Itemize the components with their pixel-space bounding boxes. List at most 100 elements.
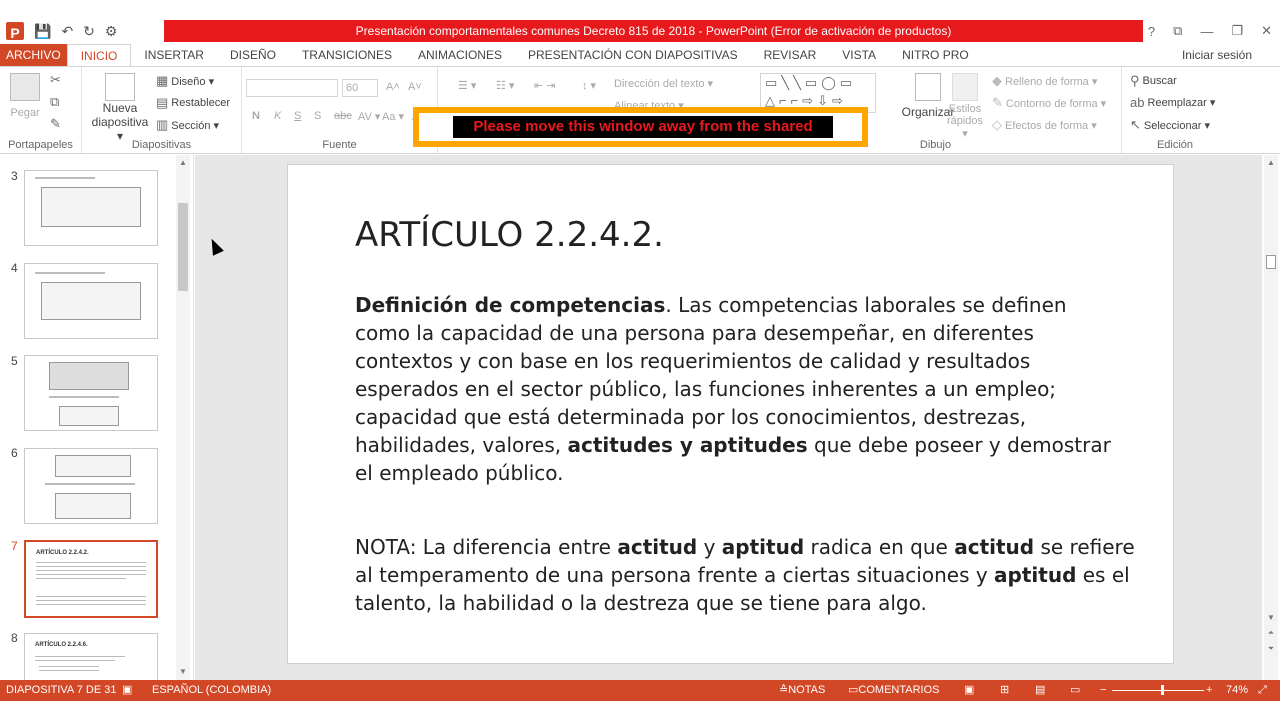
font-name-box[interactable] (246, 79, 338, 97)
slide-canvas[interactable]: ARTÍCULO 2.2.4.2. Definición de competen… (287, 164, 1174, 664)
tab-inicio[interactable]: INICIO (66, 43, 132, 67)
powerpoint-logo-icon: P (6, 22, 24, 41)
quick-styles-label-2: rápidos ▾ (946, 115, 984, 140)
thumb-scroll-down-icon[interactable]: ▼ (176, 666, 190, 678)
paste-button[interactable]: Pegar (8, 73, 42, 119)
tab-revisar[interactable]: REVISAR (751, 44, 830, 66)
cut-icon[interactable]: ✂ (50, 72, 61, 88)
strikethrough-button[interactable]: abc (334, 110, 352, 122)
slideshow-icon[interactable]: ▭ (1070, 680, 1080, 701)
minimize-button[interactable]: — (1200, 24, 1213, 39)
numbering-icon[interactable]: ☷ ▾ (496, 79, 514, 92)
slide-thumbnail-7-selected[interactable]: ARTÍCULO 2.2.4.2. (24, 540, 158, 618)
section-label: Sección ▾ (171, 119, 220, 132)
change-case-button[interactable]: Aa ▾ (382, 110, 404, 123)
slide-thumbnail-4[interactable] (24, 263, 158, 339)
font-size-box[interactable]: 60 (342, 79, 378, 97)
ribbon-tabs: ARCHIVO INICIO INSERTAR DISEÑO TRANSICIO… (0, 43, 1280, 67)
comments-button[interactable]: ▭ COMENTARIOS (848, 680, 939, 701)
editor-scrollbar[interactable]: ▲ ▼ ⏶ ⏷ (1264, 155, 1278, 680)
title-bar: P 💾 ↶ ↻ ⚙ Presentación comportamentales … (0, 20, 1280, 44)
bullets-icon[interactable]: ☰ ▾ (458, 79, 476, 92)
grow-font-icon[interactable]: A˄ (386, 81, 400, 93)
tab-diseno[interactable]: DISEÑO (217, 44, 289, 66)
sign-in-link[interactable]: Iniciar sesión (1182, 44, 1252, 66)
editor-scroll-down-icon[interactable]: ▼ (1264, 612, 1278, 624)
spellcheck-icon[interactable]: ▣ (122, 680, 132, 701)
bold-button[interactable]: N (252, 110, 260, 122)
thumbnail-scrollbar[interactable]: ▲ ▼ (176, 155, 190, 680)
zoom-out-icon[interactable]: − (1100, 680, 1106, 701)
tab-vista[interactable]: VISTA (829, 44, 889, 66)
group-diapositivas: Nueva diapositiva ▾ ▦ Diseño ▾ ▤ Restablec… (82, 67, 242, 153)
line-spacing-icon[interactable]: ↕ ▾ (582, 79, 596, 92)
close-button[interactable]: ✕ (1261, 23, 1272, 39)
restore-button[interactable]: ❐ (1231, 23, 1243, 39)
shape-outline-button[interactable]: ✎ Contorno de forma ▾ (992, 95, 1106, 111)
normal-view-icon[interactable]: ▣ (964, 680, 974, 701)
thumb-scroll-up-icon[interactable]: ▲ (176, 157, 190, 169)
slide-counter: DIAPOSITIVA 7 DE 31 (6, 684, 117, 696)
italic-button[interactable]: K (274, 110, 281, 122)
layout-button[interactable]: ▦ Diseño ▾ (156, 73, 214, 89)
section-button[interactable]: ▥ Sección ▾ (156, 117, 219, 133)
thumb-number-6: 6 (11, 446, 18, 460)
slide-body-paragraph[interactable]: Definición de competencias. Las competen… (355, 291, 1115, 487)
redo-icon[interactable]: ↻ (83, 20, 95, 42)
layout-icon: ▦ (156, 73, 169, 88)
slide-thumbnail-6[interactable] (24, 448, 158, 524)
editor-scroll-handle[interactable] (1266, 255, 1276, 269)
undo-icon[interactable]: ↶ (61, 20, 73, 42)
slide-thumbnail-8[interactable]: ARTÍCULO 2.2.4.6. (24, 633, 158, 680)
tab-nitro-pro[interactable]: NITRO PRO (889, 44, 982, 66)
format-painter-icon[interactable]: ✎ (50, 116, 61, 132)
shadow-button[interactable]: S (314, 110, 321, 122)
group-label-portapapeles: Portapapeles (8, 139, 73, 151)
new-slide-button[interactable]: Nueva diapositiva ▾ (88, 73, 152, 143)
tab-animaciones[interactable]: ANIMACIONES (405, 44, 515, 66)
slide-thumbnail-5[interactable] (24, 355, 158, 431)
notes-button[interactable]: ≙ NOTAS (779, 680, 825, 701)
slide-thumbnail-3[interactable] (24, 170, 158, 246)
shape-fill-button[interactable]: ◆ Relleno de forma ▾ (992, 73, 1097, 89)
zoom-level[interactable]: 74% (1226, 680, 1248, 701)
text-direction-button[interactable]: Dirección del texto ▾ (614, 77, 713, 90)
slide-title[interactable]: ARTÍCULO 2.2.4.2. (355, 215, 664, 255)
reset-button[interactable]: ▤ Restablecer (156, 95, 230, 111)
shape-effects-button[interactable]: ◇ Efectos de forma ▾ (992, 117, 1097, 133)
share-warning-text: Please move this window away from the sh… (453, 116, 833, 138)
underline-button[interactable]: S (294, 110, 301, 122)
tab-presentacion[interactable]: PRESENTACIÓN CON DIAPOSITIVAS (515, 44, 751, 66)
fit-slide-icon[interactable]: ⤢ (1258, 680, 1267, 701)
quick-styles-button[interactable]: Estilos rápidos ▾ (946, 73, 984, 140)
zoom-in-icon[interactable]: + (1206, 680, 1212, 701)
tab-transiciones[interactable]: TRANSICIONES (289, 44, 405, 66)
reading-view-icon[interactable]: ▤ (1035, 680, 1045, 701)
customize-icon[interactable]: ⚙ (105, 20, 118, 42)
select-button[interactable]: ↖ Seleccionar ▾ (1130, 117, 1210, 133)
tab-insertar[interactable]: INSERTAR (131, 44, 217, 66)
thumb-scroll-handle[interactable] (178, 203, 188, 291)
thumb-8-title: ARTÍCULO 2.2.4.6. (35, 642, 88, 648)
status-bar: DIAPOSITIVA 7 DE 31 ▣ ESPAÑOL (COLOMBIA)… (0, 680, 1280, 701)
slide-note-paragraph[interactable]: NOTA: La diferencia entre actitud y apti… (355, 533, 1135, 617)
replace-button[interactable]: ab Reemplazar ▾ (1130, 95, 1215, 110)
prev-slide-icon[interactable]: ⏶ (1264, 627, 1278, 639)
language-indicator[interactable]: ESPAÑOL (COLOMBIA) (152, 680, 271, 701)
shrink-font-icon[interactable]: A˅ (408, 81, 422, 93)
slide-sorter-icon[interactable]: ⊞ (1000, 680, 1009, 701)
find-label: Buscar (1142, 75, 1177, 87)
ribbon-display-options-button[interactable]: ⧉ (1173, 23, 1182, 39)
notes-label: NOTAS (788, 684, 826, 696)
zoom-slider[interactable] (1112, 690, 1204, 691)
next-slide-icon[interactable]: ⏷ (1264, 643, 1278, 655)
save-icon[interactable]: 💾 (34, 20, 51, 42)
spacing-button[interactable]: AV ▾ (358, 110, 380, 123)
editor-scroll-up-icon[interactable]: ▲ (1264, 157, 1278, 169)
help-button[interactable]: ? (1148, 24, 1155, 39)
copy-icon[interactable]: ⧉ (50, 94, 59, 110)
zoom-slider-handle[interactable] (1160, 685, 1164, 695)
tab-archivo[interactable]: ARCHIVO (0, 44, 67, 66)
find-button[interactable]: ⚲ Buscar (1130, 73, 1177, 89)
indent-icon[interactable]: ⇤ ⇥ (534, 79, 556, 92)
